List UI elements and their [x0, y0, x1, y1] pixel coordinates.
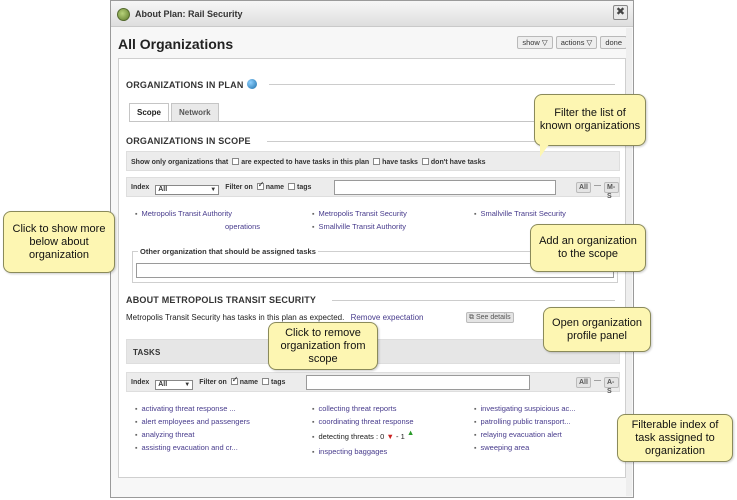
details-icon: ⧉: [469, 314, 476, 321]
done-button[interactable]: done: [600, 36, 627, 49]
detect-count: - 1: [395, 432, 405, 441]
about-status-text: Metropolis Transit Security has tasks in…: [126, 313, 345, 322]
chevron-down-icon: ▼: [210, 187, 217, 193]
scope-section-title: ORGANIZATIONS IN SCOPE: [126, 136, 251, 146]
divider: [332, 300, 615, 301]
arrow-down-icon[interactable]: ▼: [386, 432, 393, 441]
task-link[interactable]: patrolling public transport...: [474, 417, 570, 426]
org-link-smallville-transit-security[interactable]: Smallville Transit Security: [474, 209, 565, 218]
task-link[interactable]: investigating suspicious ac...: [474, 404, 575, 413]
detecting-threats-row: ▪ detecting threats : 0 ▼ - 1 ▲: [312, 428, 415, 441]
divider: [269, 84, 615, 85]
task-filter-name-label: name: [239, 379, 259, 386]
task-link[interactable]: collecting threat reports: [312, 404, 396, 413]
arrow-up-icon[interactable]: ▲: [407, 428, 414, 437]
task-filter-input[interactable]: [306, 375, 530, 390]
remove-expectation-link[interactable]: Remove expectation: [351, 313, 424, 322]
task-all-button[interactable]: All: [576, 377, 591, 388]
task-filter-name-checkbox[interactable]: [230, 375, 238, 385]
show-menu-button[interactable]: show ▽: [517, 36, 553, 49]
task-index-select-value: All: [158, 381, 168, 388]
index-select-value: All: [158, 186, 168, 193]
task-index-bar: Index All ▼ Filter on name tags All — A-S: [126, 372, 620, 395]
filter-on-label: Filter on: [225, 184, 253, 191]
org-link-smallville-transit-authority[interactable]: Smallville Transit Authority: [312, 222, 406, 231]
actions-menu-button[interactable]: actions ▽: [555, 36, 598, 49]
range-a-s-button[interactable]: A-S: [604, 377, 619, 395]
task-filter-tags-checkbox[interactable]: [262, 378, 270, 385]
globe-icon: [246, 79, 257, 89]
task-filter-on-label: Filter on: [199, 379, 227, 386]
expected-label: are expected to have tasks in this plan: [241, 159, 370, 166]
task-link[interactable]: assisting evacuation and cr...: [135, 443, 237, 452]
show-only-label: Show only organizations that: [131, 159, 229, 166]
task-range-separator: —: [594, 377, 601, 384]
expected-checkbox[interactable]: [232, 158, 240, 165]
filter-name-checkbox[interactable]: [256, 180, 264, 190]
callout-index: Filterable index of task assigned to org…: [617, 414, 733, 462]
callout-remove: Click to remove organization from scope: [268, 322, 378, 370]
have-tasks-label: have tasks: [382, 159, 418, 166]
all-button[interactable]: All: [576, 182, 591, 193]
task-link[interactable]: relaying evacuation alert: [474, 430, 561, 439]
plan-section-title: ORGANIZATIONS IN PLAN: [126, 80, 244, 90]
org-filter-input[interactable]: [334, 180, 556, 195]
index-select[interactable]: All ▼: [155, 185, 220, 195]
callout-tail: [540, 143, 550, 157]
filter-name-label: name: [265, 184, 285, 191]
org-index-bar: Index All ▼ Filter on name tags All — M-S: [126, 177, 620, 200]
page-title: All Organizations: [118, 36, 234, 52]
org-link-metropolis-transit-authority[interactable]: Metropolis Transit Authority: [135, 209, 231, 218]
org-link-metropolis-transit-security[interactable]: Metropolis Transit Security: [312, 209, 406, 218]
range-separator: —: [594, 182, 601, 189]
task-link[interactable]: sweeping area: [474, 443, 529, 452]
filter-tags-checkbox[interactable]: [288, 183, 296, 190]
tasks-section-title: TASKS: [133, 348, 161, 357]
range-m-s-button[interactable]: M-S: [604, 182, 619, 200]
have-tasks-checkbox[interactable]: [373, 158, 381, 165]
task-link[interactable]: alert employees and passengers: [135, 417, 249, 426]
tab-scope[interactable]: Scope: [129, 103, 170, 121]
see-details-button[interactable]: ⧉ See details: [466, 312, 514, 323]
index-label: Index: [131, 184, 150, 191]
tab-network[interactable]: Network: [171, 103, 219, 121]
task-filter-tags-label: tags: [271, 379, 286, 386]
task-link[interactable]: coordinating threat response: [312, 417, 413, 426]
see-details-label: See details: [475, 314, 511, 321]
callout-filter: Filter the list of known organizations: [534, 94, 646, 146]
callout-add-org: Add an organization to the scope: [530, 224, 646, 272]
task-link[interactable]: activating threat response ...: [135, 404, 235, 413]
about-section-title: ABOUT METROPOLIS TRANSIT SECURITY: [126, 295, 317, 305]
task-index-select[interactable]: All ▼: [155, 380, 194, 390]
callout-show-more: Click to show more below about organizat…: [3, 211, 115, 273]
other-org-legend: Other organization that should be assign…: [138, 247, 318, 256]
dialog-titlebar[interactable]: About Plan: Rail Security ✖: [111, 1, 633, 27]
app-icon: [117, 8, 130, 21]
callout-profile: Open organization profile panel: [543, 307, 651, 352]
org-link-partial[interactable]: operations: [225, 222, 260, 231]
task-link[interactable]: inspecting baggages: [312, 447, 387, 456]
dont-have-tasks-checkbox[interactable]: [421, 158, 429, 165]
chevron-down-icon: ▼: [184, 382, 191, 388]
close-icon[interactable]: ✖: [613, 5, 628, 20]
filter-tags-label: tags: [297, 184, 312, 191]
task-index-label: Index: [131, 379, 150, 386]
task-link[interactable]: detecting threats : 0: [318, 432, 384, 441]
task-link[interactable]: analyzing threat: [135, 430, 194, 439]
dialog-title: About Plan: Rail Security: [135, 9, 243, 19]
dont-have-tasks-label: don't have tasks: [430, 159, 486, 166]
